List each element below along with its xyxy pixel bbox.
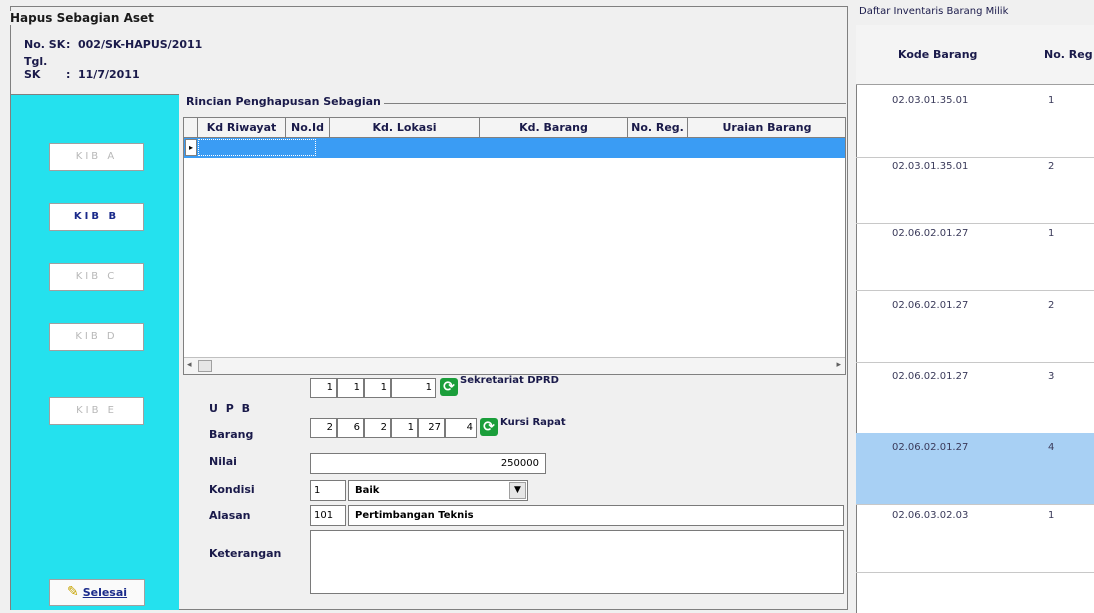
kib-a-button[interactable]: KIB A [49, 143, 144, 171]
tgl-sk-row: Tgl. SK:11/7/2011 [24, 55, 140, 81]
barang-label: Barang [209, 428, 254, 441]
scroll-left-icon[interactable]: ◂ [187, 360, 192, 370]
barang-code-1[interactable]: 2 [310, 418, 337, 438]
no-sk-label: No. SK [24, 38, 66, 51]
grid-header-marker [184, 118, 198, 138]
kib-c-button[interactable]: KIB C [49, 263, 144, 291]
right-panel-title: Daftar Inventaris Barang Milik [859, 6, 1009, 17]
upb-code-2[interactable]: 1 [337, 378, 364, 398]
upb-code-3[interactable]: 1 [364, 378, 391, 398]
upb-code-4[interactable]: 1 [391, 378, 436, 398]
kib-b-button[interactable]: KIB B [49, 203, 144, 231]
pencil-icon: ✎ [66, 584, 79, 600]
col-kd-barang[interactable]: Kd. Barang [480, 118, 628, 138]
barang-code-6[interactable]: 4 [445, 418, 477, 438]
frame-title: Hapus Sebagian Aset [10, 11, 157, 25]
barang-code-4[interactable]: 1 [391, 418, 418, 438]
inventaris-row[interactable]: 02.03.01.35.01 1 [856, 86, 1094, 158]
chevron-down-icon[interactable]: ▼ [509, 482, 526, 499]
kondisi-selected-value: Baik [355, 485, 380, 496]
inventaris-row[interactable]: 02.06.02.01.27 3 [856, 362, 1094, 434]
tgl-sk-label: Tgl. SK [24, 55, 48, 81]
barang-code-2[interactable]: 6 [337, 418, 364, 438]
kib-button-panel: KIB A KIB B KIB C KIB D KIB E ✎ Selesai [11, 94, 179, 610]
kondisi-label: Kondisi [209, 483, 255, 496]
horizontal-scrollbar[interactable]: ◂ ▸ [184, 357, 845, 374]
no-reg-cell: 4 [1048, 442, 1055, 453]
kode-barang-cell: 02.06.02.01.27 [892, 300, 969, 311]
kode-barang-cell: 02.03.01.35.01 [892, 161, 969, 172]
col-kd-lokasi[interactable]: Kd. Lokasi [330, 118, 480, 138]
kode-barang-cell: 02.06.02.01.27 [892, 371, 969, 382]
tgl-sk-value: 11/7/2011 [78, 68, 140, 81]
no-reg-cell: 1 [1048, 510, 1055, 521]
tgl-sk-colon: : [66, 68, 71, 81]
row-selector-icon: ▸ [185, 139, 197, 156]
active-cell[interactable] [198, 139, 316, 156]
inventaris-row-selected[interactable]: 02.06.02.01.27 4 [856, 433, 1094, 505]
upb-code-1[interactable]: 1 [310, 378, 337, 398]
scrollbar-thumb[interactable] [198, 360, 212, 372]
rincian-title: Rincian Penghapusan Sebagian [186, 95, 384, 108]
inventaris-row[interactable]: 02.03.01.35.01 2 [856, 152, 1094, 224]
alasan-code-input[interactable]: 101 [310, 505, 346, 526]
kondisi-code-input[interactable]: 1 [310, 480, 346, 501]
selesai-button[interactable]: ✎ Selesai [49, 579, 145, 606]
kode-barang-cell: 02.03.01.35.01 [892, 95, 969, 106]
upb-label: U P B [209, 402, 253, 415]
col-kode-barang[interactable]: Kode Barang [898, 25, 1018, 85]
barang-refresh-icon[interactable]: ⟳ [480, 418, 498, 436]
inventaris-row[interactable]: 02.06.03.02.03 1 [856, 501, 1094, 573]
col-uraian-barang[interactable]: Uraian Barang [688, 118, 845, 138]
nilai-label: Nilai [209, 455, 237, 468]
col-kd-riwayat[interactable]: Kd Riwayat [198, 118, 286, 138]
alasan-input[interactable]: Pertimbangan Teknis [348, 505, 844, 526]
grid-header: Kd Riwayat No.Id Kd. Lokasi Kd. Barang N… [184, 118, 845, 138]
barang-name: Kursi Rapat [500, 417, 566, 428]
col-no-reg[interactable]: No. Reg. [628, 118, 688, 138]
no-sk-row: No. SK: 002/SK-HAPUS/2011 [24, 38, 202, 51]
alasan-label: Alasan [209, 509, 251, 522]
inventaris-grid-header: Kode Barang No. Reg [856, 25, 1094, 85]
keterangan-textarea[interactable] [310, 530, 844, 594]
barang-code-5[interactable]: 27 [418, 418, 445, 438]
inventaris-row[interactable]: 02.06.02.01.27 1 [856, 219, 1094, 291]
selesai-label: Selesai [82, 586, 128, 599]
kib-d-button[interactable]: KIB D [49, 323, 144, 351]
no-sk-value: 002/SK-HAPUS/2011 [78, 38, 203, 51]
rincian-grid[interactable]: Kd Riwayat No.Id Kd. Lokasi Kd. Barang N… [183, 117, 846, 375]
kode-barang-cell: 02.06.03.02.03 [892, 510, 969, 521]
kib-e-button[interactable]: KIB E [49, 397, 144, 425]
upb-refresh-icon[interactable]: ⟳ [440, 378, 458, 396]
barang-code-3[interactable]: 2 [364, 418, 391, 438]
col-no-reg-right[interactable]: No. Reg [1044, 25, 1094, 85]
scroll-right-icon[interactable]: ▸ [836, 360, 841, 370]
inventaris-row[interactable]: 02.06.02.01.27 2 [856, 291, 1094, 363]
col-no-id[interactable]: No.Id [286, 118, 330, 138]
no-reg-cell: 1 [1048, 95, 1055, 106]
no-sk-colon: : [66, 38, 71, 51]
kode-barang-cell: 02.06.02.01.27 [892, 442, 969, 453]
no-reg-cell: 2 [1048, 300, 1055, 311]
no-reg-cell: 3 [1048, 371, 1055, 382]
no-reg-cell: 1 [1048, 228, 1055, 239]
upb-name: Sekretariat DPRD [460, 375, 559, 386]
kondisi-select[interactable]: Baik ▼ [348, 480, 528, 501]
nilai-input[interactable]: 250000 [310, 453, 546, 474]
keterangan-label: Keterangan [209, 547, 282, 560]
kode-barang-cell: 02.06.02.01.27 [892, 228, 969, 239]
no-reg-cell: 2 [1048, 161, 1055, 172]
